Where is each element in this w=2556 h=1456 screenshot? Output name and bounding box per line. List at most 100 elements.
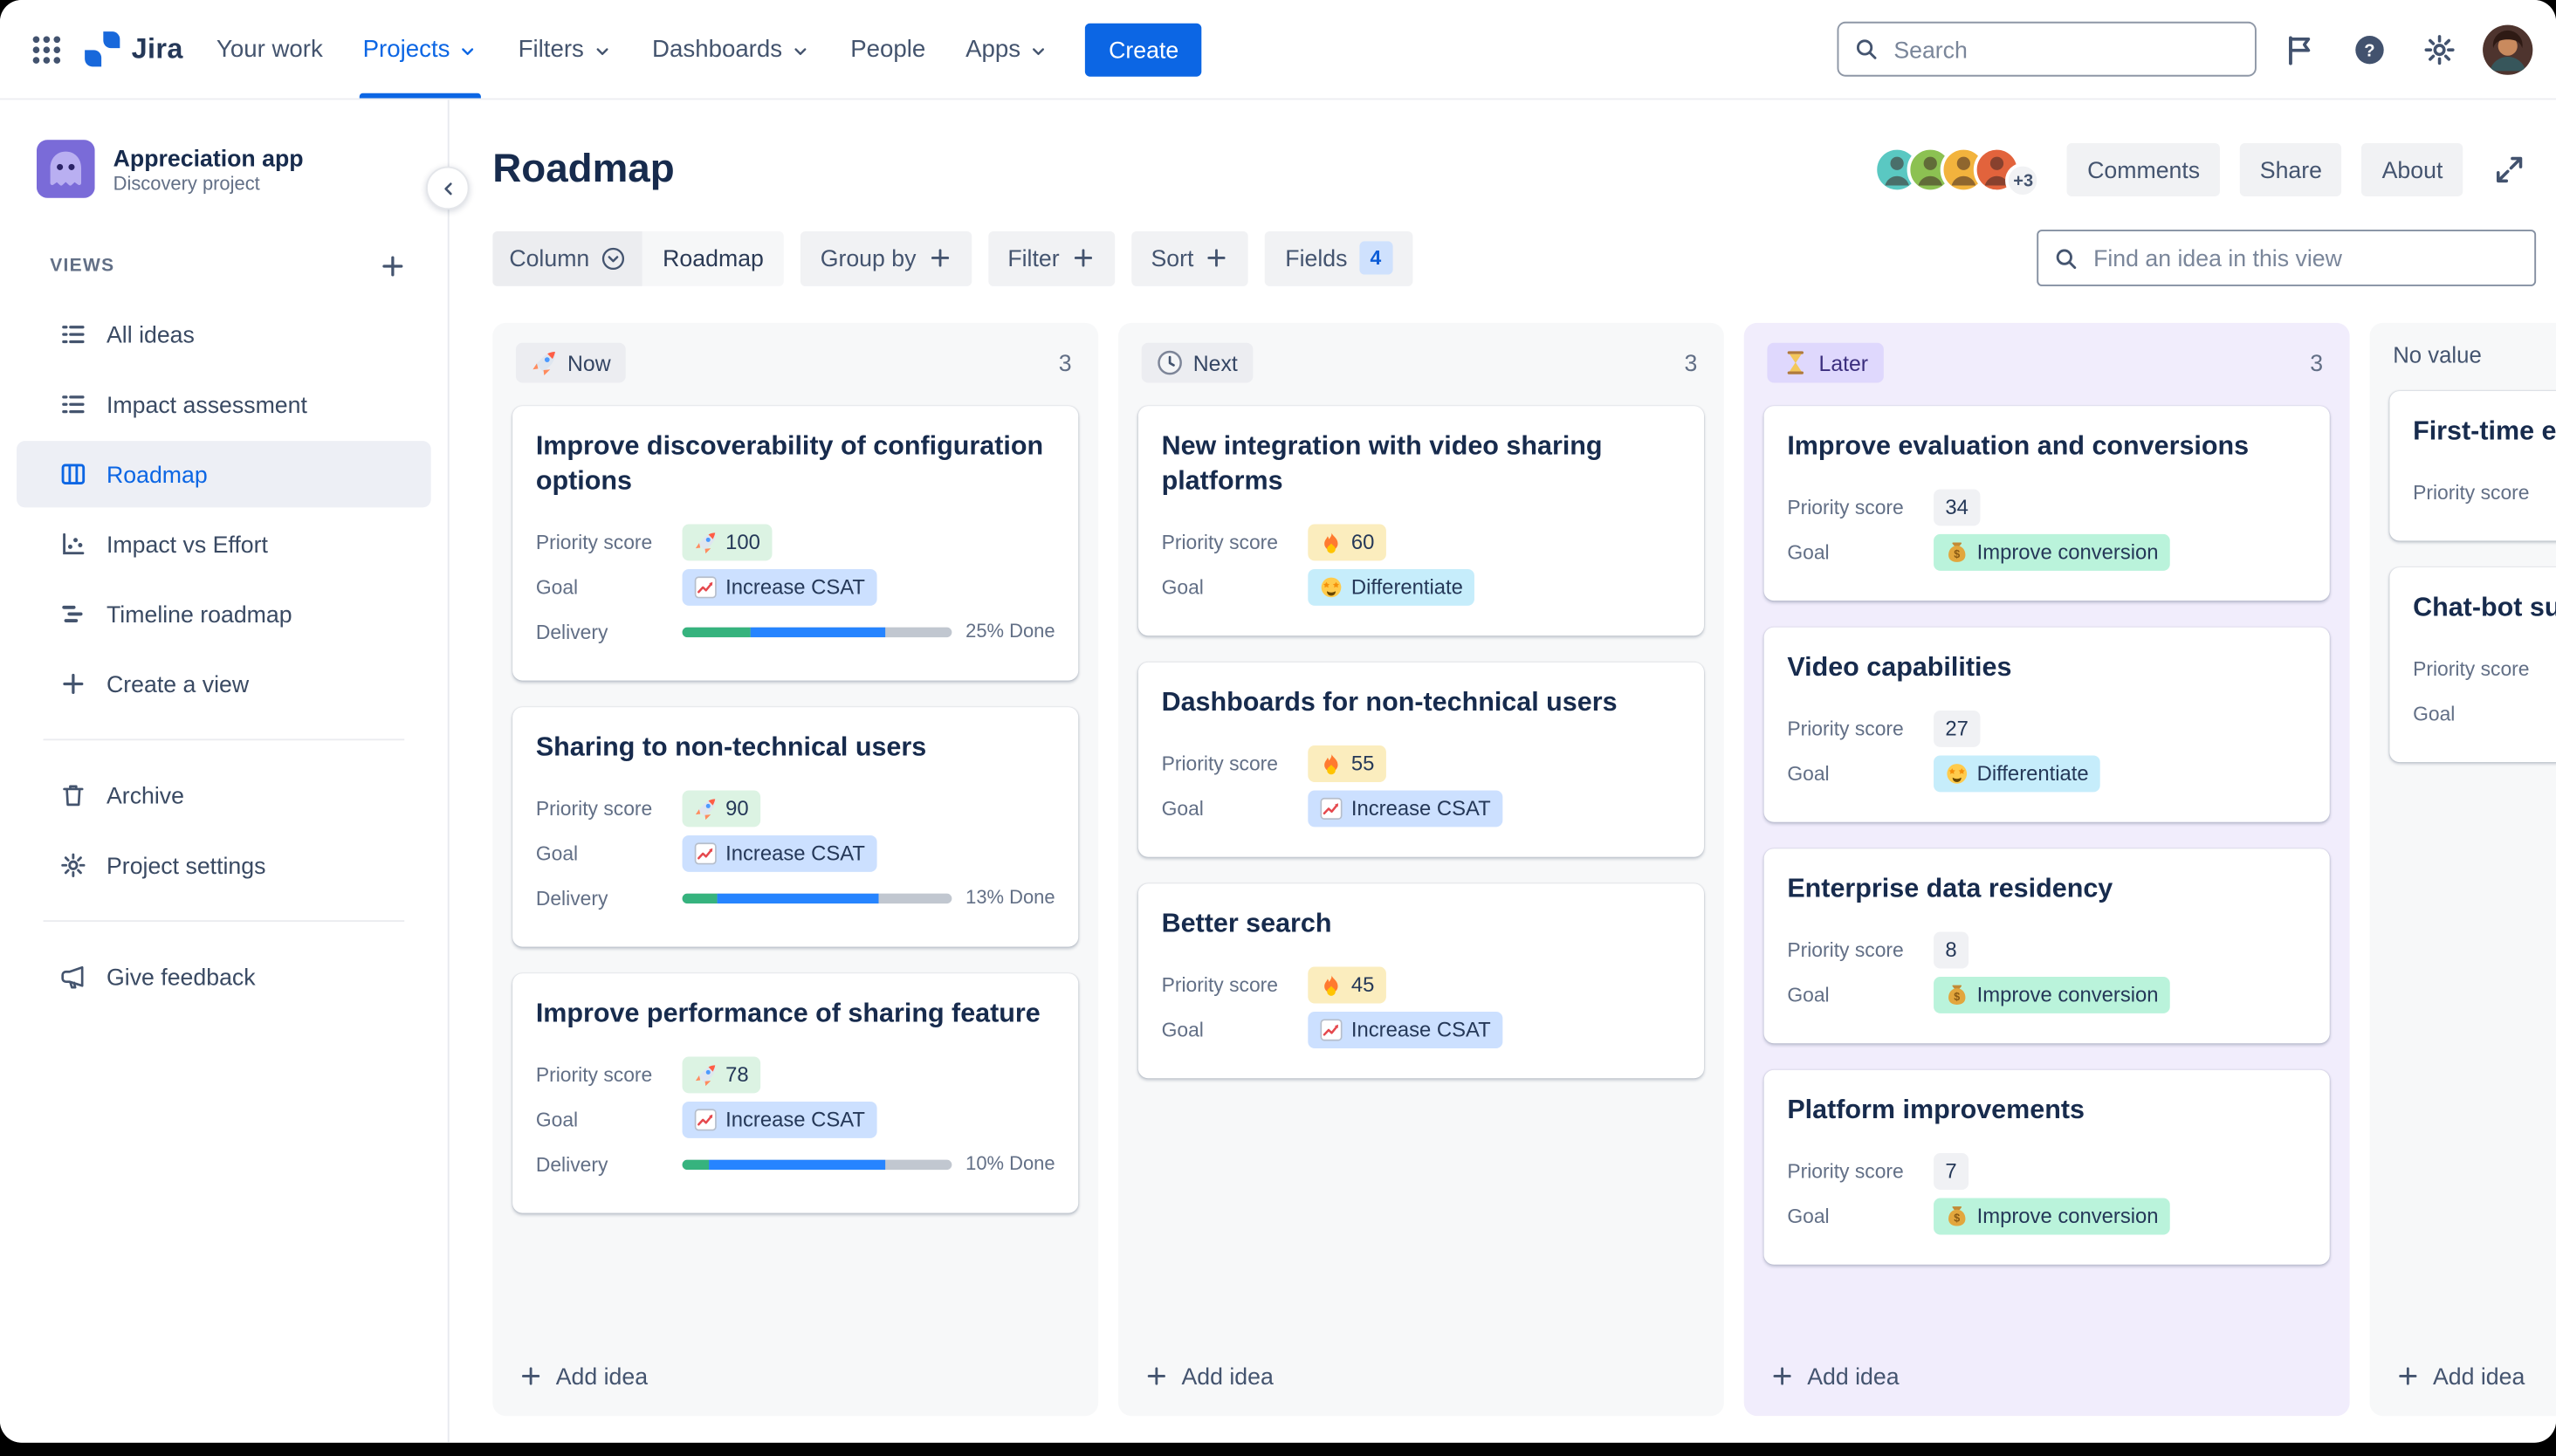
group-by-chip[interactable]: Group by [800, 230, 972, 285]
idea-card[interactable]: Platform improvements Priority score 7 Goal… [1763, 1070, 2330, 1266]
idea-card[interactable]: Chat-bot su Priority score6 Goal [2389, 567, 2556, 763]
column-title-chip: Now [515, 342, 626, 383]
column-header: Now 3 [492, 323, 1098, 400]
field-value-chip: 7 [1934, 1152, 1969, 1190]
jira-logo[interactable]: Jira [73, 30, 196, 68]
toolbar-chips: Group by Filter Sort [800, 230, 1249, 285]
idea-card[interactable]: Sharing to non-technical users Priority s… [512, 707, 1079, 948]
idea-title: Improve evaluation and conversions [1787, 432, 2250, 462]
expand-button[interactable] [2483, 143, 2536, 196]
add-idea-button[interactable]: Add idea [2370, 1340, 2556, 1417]
sidebar-item-archive[interactable]: Archive [17, 762, 431, 828]
search-icon [2053, 246, 2078, 271]
chevron-down-icon [1029, 41, 1049, 61]
add-idea-button[interactable]: Add idea [1744, 1340, 2350, 1417]
help-button[interactable] [2343, 23, 2396, 76]
project-header[interactable]: Appreciation app Discovery project [0, 130, 448, 198]
field-value-chip: 90 [682, 790, 760, 828]
sidebar-item-impact-assessment[interactable]: Impact assessment [17, 371, 431, 437]
app-shell: Appreciation app Discovery project VIEWS… [0, 100, 2556, 1443]
clock-emoji-icon [1157, 349, 1184, 376]
primary-nav: Your work Projects Filters Dashboards People… [196, 0, 1068, 99]
column-control[interactable]: Column Roadmap [492, 230, 784, 285]
sidebar-item-project-settings[interactable]: Project settings [17, 832, 431, 898]
card-field-row: Goal Increase CSAT [1162, 786, 1681, 830]
create-button[interactable]: Create [1085, 22, 1202, 76]
idea-card[interactable]: Video capabilities Priority score 27 Goal Di… [1763, 627, 2330, 823]
profile-avatar[interactable] [2483, 24, 2533, 74]
nav-item-your-work[interactable]: Your work [196, 0, 343, 98]
field-label: Priority score [535, 530, 653, 554]
megaphone-icon [60, 964, 87, 991]
idea-title: Video capabilities [1787, 654, 2012, 683]
idea-card[interactable]: Better search Priority score 45 Goal Increas… [1137, 883, 1704, 1080]
sidebar-views-list: All ideas Impact assessment Roadmap Impact … [0, 301, 448, 718]
column-count: 3 [1684, 349, 1698, 376]
idea-card[interactable]: Improve evaluation and conversions Priori… [1763, 406, 2330, 601]
idea-card[interactable]: Enterprise data residency Priority score 8… [1763, 848, 2330, 1044]
field-value-chip: Improve conversion [1934, 976, 2170, 1013]
nav-item-projects[interactable]: Projects [343, 0, 498, 99]
about-button[interactable]: About [2361, 142, 2463, 196]
idea-card[interactable]: Improve discoverability of configuration… [512, 406, 1079, 682]
share-button[interactable]: Share [2239, 142, 2342, 196]
field-value-chip: 8 [1934, 931, 1969, 969]
sidebar-item-all-ideas[interactable]: All ideas [17, 301, 431, 367]
idea-card[interactable]: Improve performance of sharing feature Pr… [512, 973, 1079, 1214]
idea-card[interactable]: Dashboards for non-technical users Priori… [1137, 663, 1704, 858]
fire-emoji-icon [1320, 752, 1343, 775]
nav-item-dashboards[interactable]: Dashboards [632, 0, 830, 98]
nav-item-people[interactable]: People [830, 0, 945, 98]
card-field-row: Priority score 7 [1787, 1149, 2306, 1193]
give-feedback-label: Give feedback [106, 963, 256, 991]
card-field-row: Goal Differentiate [1162, 565, 1681, 609]
field-label: Delivery [535, 886, 608, 910]
card-field-row: Delivery 25% Done [536, 609, 1055, 654]
flag-icon [2283, 32, 2316, 65]
add-idea-button[interactable]: Add idea [1118, 1340, 1724, 1417]
filter-chip[interactable]: Filter [987, 230, 1115, 285]
rocket-emoji-icon [531, 349, 558, 376]
add-idea-button[interactable]: Add idea [492, 1340, 1098, 1417]
chevron-circle-icon [601, 245, 627, 271]
sidebar-item-label: Create a view [106, 670, 250, 697]
app-switcher-button[interactable] [20, 23, 73, 76]
card-field-row: Priority score6 [2413, 470, 2556, 514]
card-field-row: Goal [2413, 691, 2556, 736]
plus-icon [380, 253, 407, 280]
sidebar-item-create-a-view[interactable]: Create a view [17, 650, 431, 717]
avatar-group: +3 [1874, 146, 2041, 198]
sidebar-item-impact-vs-effort[interactable]: Impact vs Effort [17, 511, 431, 577]
card-field-row: Priority score 45 [1162, 963, 1681, 1007]
sidebar-collapse-button[interactable] [426, 166, 470, 210]
sort-chip[interactable]: Sort [1130, 230, 1249, 285]
field-label: Priority score [1161, 973, 1279, 997]
delivery-progress-bar [682, 627, 952, 637]
sidebar-item-timeline-roadmap[interactable]: Timeline roadmap [17, 580, 431, 647]
chevron-down-icon [592, 41, 612, 61]
view-search-input[interactable] [2037, 230, 2537, 286]
list-icon [60, 391, 87, 418]
avatar-overflow-badge[interactable]: +3 [2005, 162, 2041, 198]
idea-card[interactable]: New integration with video sharing platf… [1137, 406, 1704, 636]
global-search-input[interactable] [1837, 21, 2257, 77]
header-actions: Comments Share About [2067, 142, 2463, 196]
chart-emoji-icon [694, 575, 718, 599]
global-search [1837, 21, 2257, 77]
add-view-button[interactable] [371, 244, 415, 288]
fields-count-badge: 4 [1358, 241, 1392, 275]
field-label: Priority score [1161, 752, 1279, 775]
nav-item-filters[interactable]: Filters [498, 0, 632, 98]
view-search [2037, 230, 2537, 286]
column-title-chip: Next [1141, 342, 1253, 383]
notifications-button[interactable] [2273, 23, 2326, 76]
column-next: Next 3 New integration with video sharing … [1118, 322, 1724, 1417]
give-feedback-button[interactable]: Give feedback [17, 944, 431, 1010]
chevron-left-icon [436, 177, 458, 199]
fields-chip[interactable]: Fields 4 [1265, 230, 1412, 285]
idea-card[interactable]: First-time ex Priority score6 [2389, 390, 2556, 541]
nav-item-apps[interactable]: Apps [945, 0, 1068, 98]
settings-button[interactable] [2413, 23, 2466, 76]
comments-button[interactable]: Comments [2067, 142, 2221, 196]
sidebar-item-roadmap[interactable]: Roadmap [17, 441, 431, 508]
